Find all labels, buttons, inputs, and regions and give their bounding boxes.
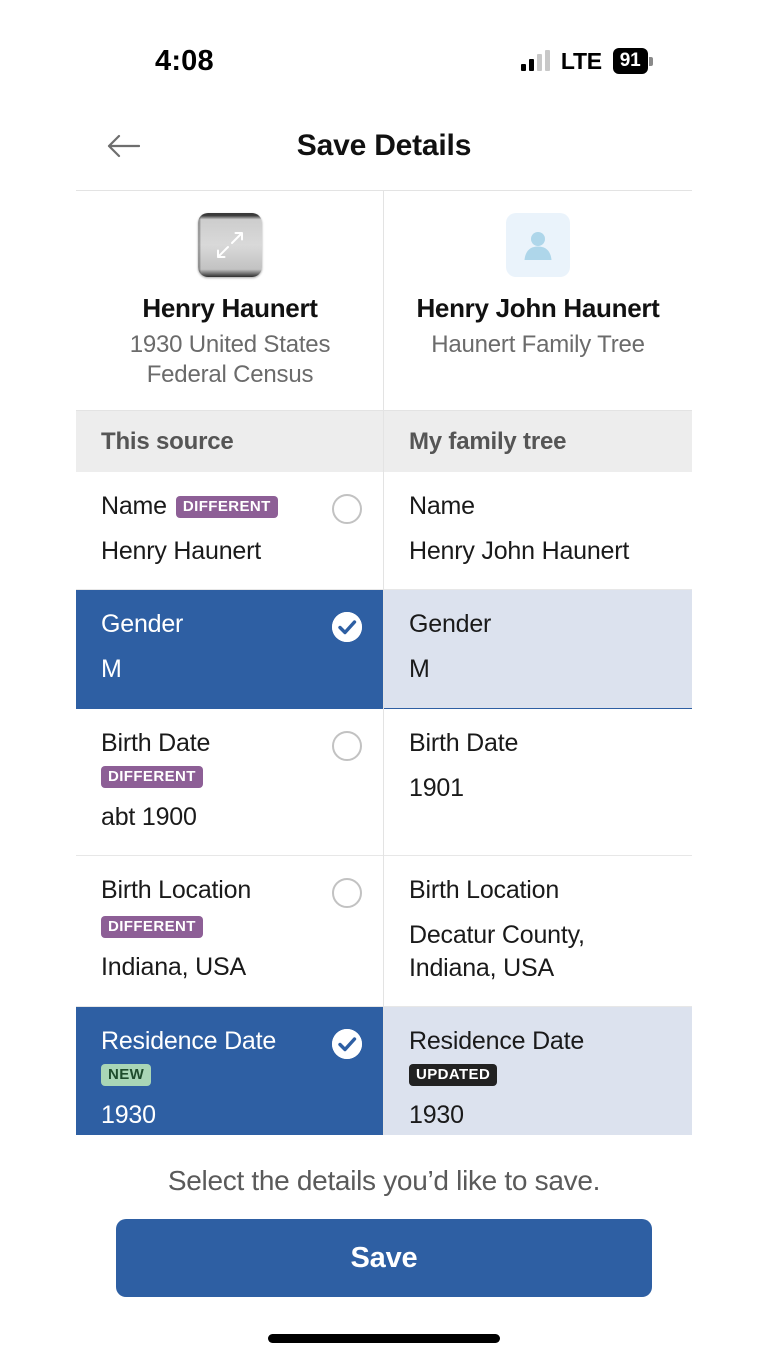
source-cell[interactable]: Residence Date NEW 1930 (76, 1007, 384, 1135)
tree-cell: Residence Date UPDATED 1930 (384, 1007, 692, 1135)
source-cell[interactable]: Birth Location DIFFERENT Indiana, USA (76, 856, 384, 1006)
source-label-line: Gender (101, 610, 320, 639)
source-cell[interactable]: Name DIFFERENT Henry Haunert (76, 472, 384, 590)
tree-name: Haunert Family Tree (431, 330, 645, 358)
source-field-label: Birth Date (101, 728, 211, 757)
battery-cap (649, 56, 653, 66)
tree-thumbnail[interactable] (506, 213, 570, 277)
tree-cell: Gender M (384, 590, 692, 708)
back-arrow-icon (107, 134, 140, 158)
table-row[interactable]: Birth LocationDIFFERENT Indiana, USA Birth… (76, 856, 692, 1008)
source-field-value: Henry Haunert (101, 536, 261, 565)
source-collection-name: 1930 United States Federal Census (129, 330, 331, 388)
check-icon (332, 1029, 362, 1060)
status-indicators: LTE 91 (520, 47, 653, 75)
tree-label-line: Residence Date UPDATED (409, 1027, 667, 1087)
status-badge: DIFFERENT (101, 765, 203, 788)
network-type-label: LTE (560, 47, 602, 74)
comparison-rows: Name DIFFERENT Henry Haunert Name Henry John… (76, 472, 692, 1135)
back-button[interactable] (100, 123, 146, 169)
tree-field-label: Birth Date (409, 728, 519, 757)
document-expand-icon (217, 232, 243, 258)
tree-card[interactable]: Henry John Haunert Haunert Family Tree (384, 191, 692, 410)
source-field-value: abt 1900 (101, 802, 197, 831)
person-avatar-icon (524, 232, 552, 260)
document-thumbnail[interactable] (198, 213, 262, 277)
radio-checked[interactable] (332, 1029, 362, 1060)
tree-field-value: Decatur County, Indiana, USA (409, 921, 585, 982)
check-icon (332, 612, 362, 643)
source-field-value: 1930 (101, 1101, 156, 1130)
source-field-label: Gender (101, 610, 184, 639)
table-row[interactable]: Residence Date NEW 1930 Residence Date UPDAT… (76, 1007, 692, 1135)
source-person-name: Henry Haunert (142, 293, 318, 323)
save-button[interactable]: Save (116, 1219, 652, 1297)
table-row[interactable]: Birth Date DIFFERENT abt 1900 Birth Date 190… (76, 709, 692, 857)
comparison-panel[interactable]: Henry Haunert 1930 United States Federal… (76, 190, 692, 1135)
source-cell[interactable]: Gender M (76, 590, 384, 708)
tree-field-value: M (409, 655, 430, 684)
tree-field-label: Gender (409, 610, 492, 639)
tree-label-line: Name (409, 492, 667, 521)
tree-field-label: Name (409, 491, 475, 520)
person-cards: Henry Haunert 1930 United States Federal… (76, 191, 692, 410)
status-badge: DIFFERENT (101, 916, 203, 939)
source-field-label: Birth Location (101, 876, 252, 905)
battery-level-label: 91 (612, 48, 648, 74)
tree-field-value: 1930 (409, 1101, 464, 1130)
radio-unchecked[interactable] (332, 878, 362, 909)
tree-cell: Birth Location Decatur County, Indiana, U… (384, 856, 692, 1006)
cellular-signal-icon (520, 50, 550, 71)
instruction-text: Select the details you’d like to save. (167, 1165, 601, 1196)
source-cell[interactable]: Birth Date DIFFERENT abt 1900 (76, 709, 384, 856)
source-field-value: M (101, 655, 122, 684)
source-label-line: Birth Location DIFFERENT (101, 876, 320, 939)
source-field-label: Residence Date (101, 1027, 277, 1056)
tree-field-label: Residence Date (409, 1027, 585, 1056)
source-label-line: Residence Date NEW (101, 1027, 320, 1087)
column-header-source: This source (101, 427, 234, 455)
tree-label-line: Gender (409, 610, 667, 639)
source-label-line: Name DIFFERENT (101, 492, 320, 521)
tree-cell: Birth Date 1901 (384, 709, 692, 856)
status-time: 4:08 (155, 44, 214, 77)
status-badge: UPDATED (409, 1064, 498, 1087)
table-row[interactable]: Gender M Gender M (76, 590, 692, 709)
status-bar: 4:08 LTE 91 (0, 0, 768, 100)
tree-field-label: Birth Location (409, 876, 560, 905)
status-badge: NEW (101, 1064, 152, 1087)
radio-unchecked[interactable] (332, 493, 362, 524)
column-header-tree: My family tree (409, 427, 567, 455)
tree-cell: Name Henry John Haunert (384, 472, 692, 590)
source-label-line: Birth Date DIFFERENT (101, 728, 320, 788)
source-field-label: Name (101, 491, 167, 520)
phone-screen: 4:08 LTE 91 Save Details Henry Haunert 1… (0, 0, 768, 1365)
navigation-bar: Save Details (0, 105, 768, 187)
status-badge: DIFFERENT (175, 496, 278, 519)
footer: Select the details you’d like to save. S… (0, 1135, 768, 1365)
table-row[interactable]: Name DIFFERENT Henry Haunert Name Henry John… (76, 472, 692, 591)
tree-label-line: Birth Location (409, 876, 667, 905)
radio-unchecked[interactable] (332, 730, 362, 761)
tree-field-value: Henry John Haunert (409, 536, 630, 565)
tree-field-value: 1901 (409, 773, 464, 802)
battery-icon: 91 (612, 48, 653, 74)
source-field-value: Indiana, USA (101, 953, 246, 982)
source-card[interactable]: Henry Haunert 1930 United States Federal… (76, 191, 384, 410)
tree-person-name: Henry John Haunert (416, 293, 660, 323)
column-headers: This source My family tree (76, 409, 692, 472)
home-indicator (268, 1334, 500, 1343)
tree-label-line: Birth Date (409, 729, 667, 758)
radio-checked[interactable] (332, 612, 362, 643)
